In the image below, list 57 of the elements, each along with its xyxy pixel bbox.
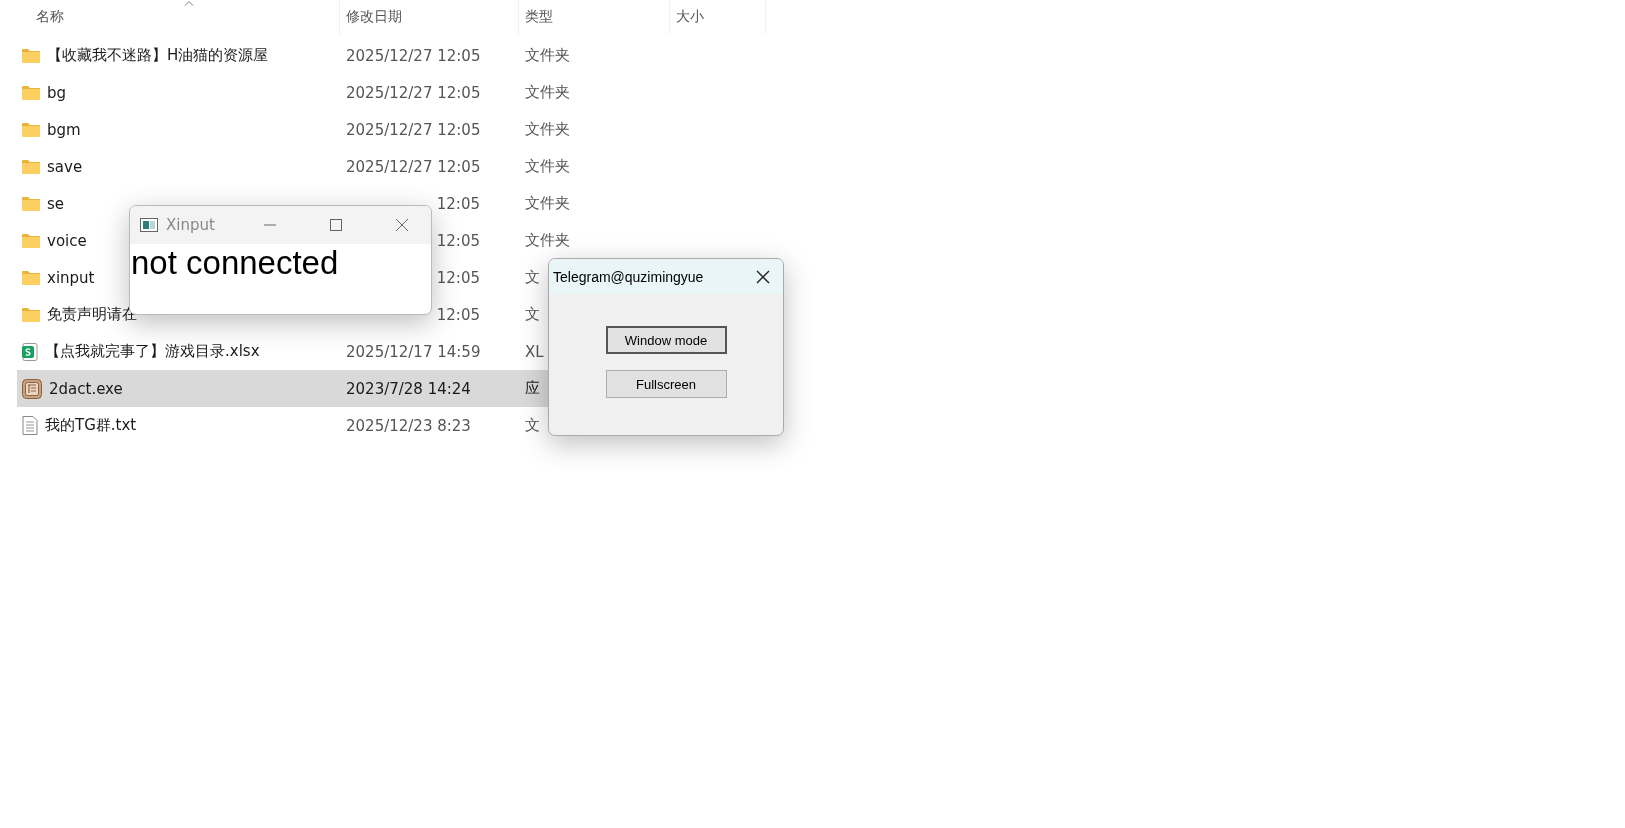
column-header[interactable]: 大小 — [670, 0, 766, 34]
file-type: 文件夹 — [525, 231, 570, 250]
modified-date: 2025/12/27 12:05 — [346, 83, 481, 102]
modified-date: 2025/12/27 12:05 — [346, 120, 481, 139]
column-header[interactable]: 修改日期 — [340, 0, 519, 34]
spreadsheet-icon — [22, 342, 38, 361]
file-name[interactable]: xinput — [47, 268, 95, 287]
maximize-icon[interactable] — [330, 219, 342, 231]
folder-icon — [22, 196, 40, 211]
app-icon — [22, 378, 42, 399]
modified-date: 2025/12/27 12:05 — [346, 157, 481, 176]
text-file-icon — [22, 416, 38, 435]
file-name[interactable]: bg — [47, 83, 67, 102]
file-type: 文件夹 — [525, 120, 570, 139]
file-type: 文 — [525, 416, 540, 435]
file-name[interactable]: 我的TG群.txt — [45, 416, 137, 435]
app-icon — [140, 218, 158, 232]
sort-caret-icon — [184, 0, 195, 6]
modified-date: 12:05 — [436, 305, 480, 324]
file-name[interactable]: voice — [47, 231, 87, 250]
file-name[interactable]: 2dact.exe — [49, 379, 123, 398]
modified-date: 12:05 — [436, 231, 480, 250]
file-name[interactable]: 【点我就完事了】游戏目录.xlsx — [45, 342, 260, 361]
file-type: 文 — [525, 268, 540, 287]
file-type: 文件夹 — [525, 194, 570, 213]
mode-button[interactable]: Fullscreen — [605, 370, 727, 398]
file-type: 文件夹 — [525, 46, 570, 65]
folder-icon — [22, 48, 40, 63]
modified-date: 2025/12/23 8:23 — [346, 416, 471, 435]
file-type: 应 — [525, 379, 540, 398]
file-name[interactable]: se — [47, 194, 65, 213]
folder-icon — [22, 159, 40, 174]
modified-date: 2025/12/27 12:05 — [346, 46, 481, 65]
folder-icon — [22, 270, 40, 285]
modified-date: 12:05 — [436, 268, 480, 287]
status-message: not connected — [130, 244, 339, 282]
mode-button[interactable]: Window mode — [605, 326, 727, 354]
modified-date: 2025/12/17 14:59 — [346, 342, 481, 361]
column-header[interactable]: 名称 — [17, 0, 340, 34]
file-type: 文 — [525, 305, 540, 324]
folder-icon — [22, 85, 40, 100]
file-name[interactable]: bgm — [47, 120, 81, 139]
file-type: 文件夹 — [525, 83, 570, 102]
file-name[interactable]: 【收藏我不迷路】H油猫的资源屋 — [47, 46, 269, 65]
folder-icon — [22, 307, 40, 322]
modified-date: 2023/7/28 14:24 — [346, 379, 471, 398]
file-type: 文件夹 — [525, 157, 570, 176]
file-name[interactable]: 免责声明请在 — [47, 305, 137, 324]
close-icon[interactable] — [756, 269, 770, 284]
window-title: Xinput — [166, 216, 216, 234]
column-header[interactable]: 类型 — [519, 0, 670, 34]
file-name[interactable]: save — [47, 157, 83, 176]
folder-icon — [22, 233, 40, 248]
window-title: Telegram@quzimingyue — [553, 268, 705, 285]
folder-icon — [22, 122, 40, 137]
file-type: XL — [525, 342, 544, 361]
modified-date: 12:05 — [436, 194, 480, 213]
